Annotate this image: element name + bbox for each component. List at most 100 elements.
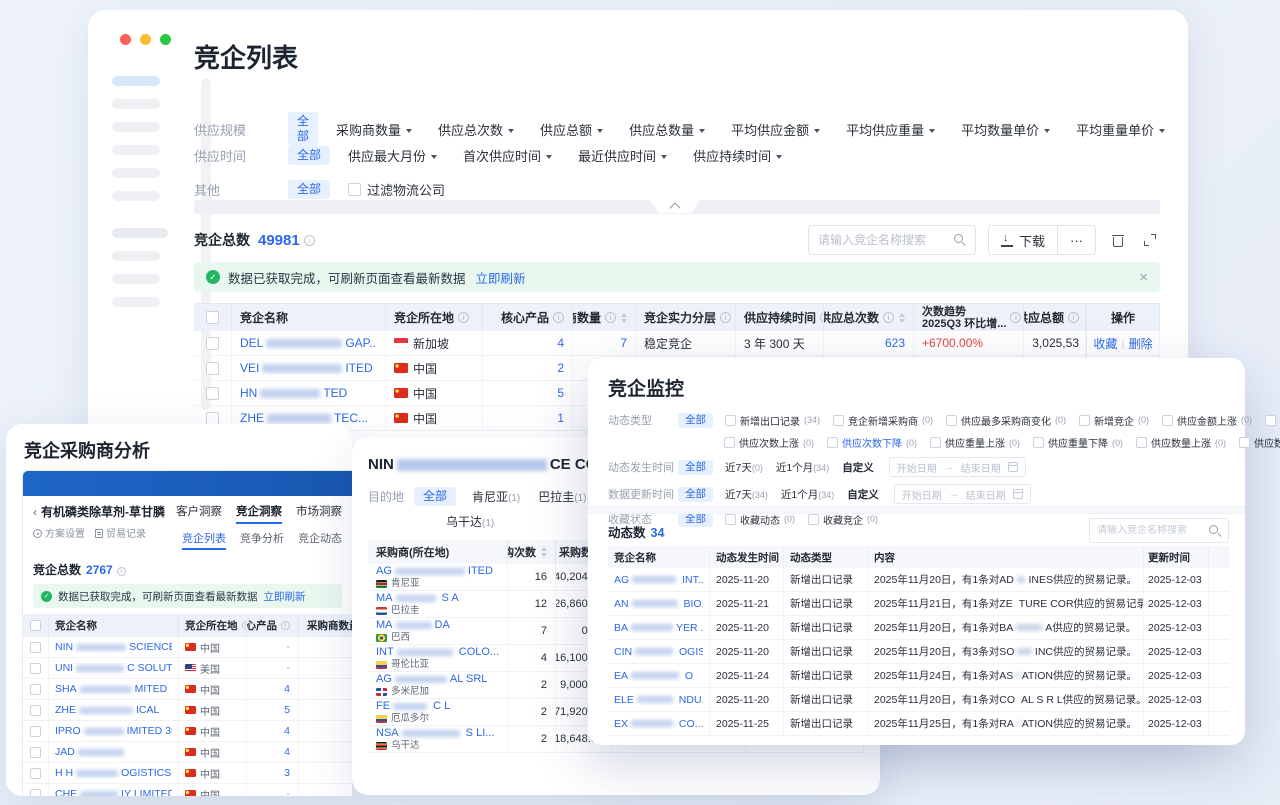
purchase-times[interactable]: 4	[508, 645, 556, 671]
search-input[interactable]	[818, 233, 948, 247]
core-product-count[interactable]: 4	[483, 331, 573, 355]
row-checkbox[interactable]	[30, 705, 41, 716]
checkbox-icon[interactable]	[827, 437, 838, 448]
competitor-link[interactable]: EA O	[614, 670, 693, 682]
sidebar-skeleton-item[interactable]	[112, 251, 160, 261]
maximize-window-icon[interactable]	[160, 34, 171, 45]
row-checkbox[interactable]	[30, 642, 41, 653]
core-product-count[interactable]: 5	[247, 700, 299, 720]
sort-icon[interactable]	[899, 313, 905, 323]
filter-dropdown[interactable]: 供应总额	[540, 120, 603, 139]
buyer-link[interactable]: MA S A	[376, 592, 499, 605]
subtab-competition-analysis[interactable]: 竞争分析	[240, 530, 284, 550]
purchase-times[interactable]: 12	[508, 591, 556, 617]
filter-chip-all[interactable]: 全部	[288, 112, 318, 146]
col-times[interactable]: 采购次数	[508, 540, 556, 564]
table-row[interactable]: NINSCIENCE C... 中国 -	[23, 637, 352, 658]
table-row[interactable]: BAYER ... 2025-11-20 新增出口记录 2025年11月20日，…	[608, 616, 1229, 640]
competitor-link[interactable]: CIN OGIS...	[614, 646, 703, 658]
core-product-count[interactable]: -	[247, 658, 299, 678]
col-country[interactable]: 竞企所在地	[179, 614, 247, 637]
col-amount[interactable]: 供应总额	[1024, 304, 1086, 331]
row-checkbox[interactable]	[206, 387, 219, 400]
table-row[interactable]: ELE NDU... 2025-11-20 新增出口记录 2025年11月20日…	[608, 688, 1229, 712]
competitor-link[interactable]: ELE NDU...	[614, 694, 703, 706]
time-range-option[interactable]: 近7天(34)	[725, 487, 768, 502]
select-all-checkbox[interactable]	[206, 311, 219, 324]
tab-market-insight[interactable]: 市场洞察	[296, 503, 342, 524]
col-product[interactable]: 核心产品	[483, 304, 573, 331]
buyer-link[interactable]: AGITED	[376, 565, 499, 578]
type-checkbox[interactable]: 供应金额下降(0)	[1265, 413, 1280, 428]
filter-dropdown[interactable]: 首次供应时间	[463, 146, 552, 165]
type-checkbox[interactable]: 供应重量下降(0)	[1033, 435, 1123, 450]
checkbox-icon[interactable]	[930, 437, 941, 448]
buyer-link[interactable]: FE C L	[376, 700, 499, 713]
delete-button[interactable]	[1108, 234, 1128, 247]
competitor-link[interactable]: UNIC SOLUTI...	[55, 662, 172, 674]
type-checkbox[interactable]: 供应金额上涨(0)	[1162, 413, 1252, 428]
type-checkbox[interactable]: 供应次数上涨(0)	[724, 435, 814, 450]
collapse-toggle[interactable]	[650, 200, 700, 213]
info-icon[interactable]	[117, 567, 126, 576]
table-row[interactable]: EX CO... 2025-11-25 新增出口记录 2025年11月25日，有…	[608, 712, 1229, 736]
core-product-count[interactable]: 4	[247, 679, 299, 699]
search-icon[interactable]	[954, 234, 966, 246]
filter-chip-all[interactable]: 全部	[288, 146, 330, 165]
competitor-link[interactable]: ZHETEC...	[240, 411, 368, 425]
filter-chip-all[interactable]: 全部	[678, 413, 713, 428]
competitor-link[interactable]: AG INT...	[614, 574, 703, 586]
sidebar-skeleton-item[interactable]	[112, 99, 160, 109]
filter-dropdown[interactable]: 供应最大月份	[348, 146, 437, 165]
type-checkbox[interactable]: 供应重量上涨(0)	[930, 435, 1020, 450]
table-row[interactable]: ZHEICAL 中国 5	[23, 700, 352, 721]
checkbox-icon[interactable]	[833, 415, 844, 426]
fullscreen-button[interactable]	[1140, 234, 1160, 246]
row-checkbox[interactable]	[30, 747, 41, 758]
destination-option[interactable]: 巴拉圭(1)	[538, 488, 586, 505]
checkbox-icon[interactable]	[1239, 437, 1250, 448]
core-product-count[interactable]: 4	[247, 742, 299, 762]
sidebar-skeleton-item-active[interactable]	[112, 76, 160, 86]
sidebar-skeleton-item[interactable]	[112, 191, 160, 201]
col-name[interactable]: 竞企名称	[49, 614, 179, 637]
table-row[interactable]: JAD 中国 4	[23, 742, 352, 763]
col-strength[interactable]: 竞企实力分层	[636, 304, 736, 331]
checkbox-icon[interactable]	[1136, 437, 1147, 448]
filter-dropdown[interactable]: 平均供应金额	[731, 120, 820, 139]
time-range-option[interactable]: 近7天(0)	[725, 460, 763, 475]
competitor-link[interactable]: HNTED	[240, 386, 347, 400]
sidebar-skeleton-item[interactable]	[112, 122, 160, 132]
subtab-competitor-activity[interactable]: 竞企动态	[298, 530, 342, 550]
checkbox-icon[interactable]	[725, 514, 736, 525]
col-times[interactable]: 供应总次数	[824, 304, 914, 331]
type-checkbox[interactable]: 新增竞企(0)	[1079, 413, 1149, 428]
minimize-window-icon[interactable]	[140, 34, 151, 45]
type-checkbox[interactable]: 供应数量下降(0)	[1239, 435, 1280, 450]
more-button[interactable]: ···	[1057, 226, 1095, 254]
col-name[interactable]: 竞企名称	[232, 304, 386, 331]
table-row[interactable]: EA O 2025-11-24 新增出口记录 2025年11月24日，有1条对A…	[608, 664, 1229, 688]
filter-chip-all[interactable]: 全部	[678, 487, 713, 502]
sidebar-skeleton-item[interactable]	[112, 274, 160, 284]
col-updated[interactable]: 更新时间	[1144, 546, 1209, 568]
col-trend[interactable]: 次数趋势2025Q3 环比增...	[914, 304, 1024, 331]
monitor-search[interactable]	[1089, 518, 1229, 543]
col-buyers[interactable]: 采购商数量	[299, 614, 352, 637]
sidebar-skeleton-item[interactable]	[112, 145, 160, 155]
destination-option[interactable]: 肯尼亚(1)	[472, 488, 520, 505]
filter-chip-all[interactable]: 全部	[414, 487, 456, 506]
competitor-link[interactable]: IPROIMITED 35...	[55, 725, 172, 737]
filter-dropdown[interactable]: 供应总数量	[629, 120, 705, 139]
competitor-link[interactable]: AN BIO...	[614, 598, 703, 610]
date-range-input[interactable]: 开始日期→结束日期	[894, 484, 1031, 504]
row-checkbox[interactable]	[30, 663, 41, 674]
buyer-link[interactable]: NSA S LI...	[376, 727, 499, 740]
checkbox-icon[interactable]	[348, 183, 361, 196]
competitor-link[interactable]: SHAMITED	[55, 683, 167, 695]
plan-settings-link[interactable]: 方案设置	[33, 525, 85, 540]
checkbox-icon[interactable]	[1162, 415, 1173, 426]
core-product-count[interactable]: 5	[483, 381, 573, 405]
filter-dropdown[interactable]: 供应持续时间	[693, 146, 782, 165]
filter-dropdown[interactable]: 平均供应重量	[846, 120, 935, 139]
